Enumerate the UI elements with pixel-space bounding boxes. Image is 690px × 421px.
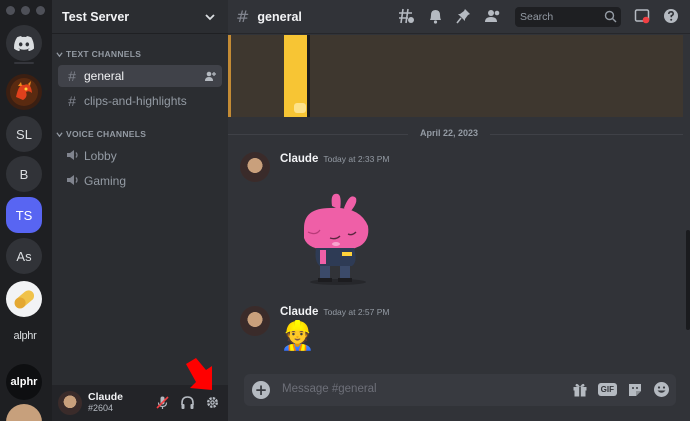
dragon-avatar-icon bbox=[10, 78, 38, 106]
server-ts[interactable]: TS bbox=[6, 197, 42, 233]
server-partial[interactable] bbox=[6, 404, 42, 421]
voice-channel-lobby[interactable]: Lobby bbox=[58, 145, 222, 167]
channel-label: clips-and-highlights bbox=[84, 94, 187, 108]
server-alphr-text[interactable]: alphr bbox=[2, 330, 48, 342]
discord-icon bbox=[14, 35, 34, 51]
embed-image-detail bbox=[294, 103, 306, 113]
username: Claude bbox=[88, 391, 124, 403]
pin-icon[interactable] bbox=[456, 8, 471, 24]
channel-label: general bbox=[84, 69, 125, 83]
hashtag-icon: # bbox=[68, 68, 76, 84]
server-label: SL bbox=[16, 126, 32, 142]
server-pill[interactable] bbox=[6, 281, 42, 317]
rail-divider bbox=[14, 62, 34, 64]
inbox-icon[interactable] bbox=[634, 8, 650, 24]
category-label: VOICE CHANNELS bbox=[66, 129, 147, 139]
search-input[interactable]: Search bbox=[515, 7, 621, 27]
chevron-down-icon bbox=[56, 51, 63, 57]
message-header: Claude Today at 2:33 PM bbox=[280, 153, 390, 165]
message-input-placeholder: Message #general bbox=[282, 383, 377, 395]
chevron-down-icon bbox=[56, 131, 63, 137]
user-tag: #2604 bbox=[88, 403, 114, 413]
search-icon bbox=[604, 10, 617, 23]
chat-scrollbar[interactable] bbox=[686, 230, 690, 330]
user-controls bbox=[155, 395, 220, 410]
emoji-picker-icon[interactable] bbox=[653, 381, 670, 398]
composer-actions: GIF bbox=[572, 381, 670, 398]
member-list-icon[interactable] bbox=[484, 8, 501, 24]
date-divider-label: April 22, 2023 bbox=[408, 128, 491, 138]
window-controls bbox=[6, 6, 45, 15]
voice-channel-gaming[interactable]: Gaming bbox=[58, 170, 222, 192]
chat-area: # general Search April 22, 2023 Claude T… bbox=[228, 0, 690, 421]
help-icon[interactable] bbox=[663, 8, 679, 24]
construction-worker-emoji[interactable]: 👷 bbox=[280, 320, 315, 352]
speaker-icon bbox=[64, 148, 80, 164]
message-avatar[interactable] bbox=[240, 306, 270, 336]
user-identity[interactable]: Claude #2604 bbox=[88, 392, 123, 414]
search-placeholder: Search bbox=[520, 11, 554, 23]
gif-button[interactable]: GIF bbox=[597, 383, 617, 396]
voice-channels-category[interactable]: VOICE CHANNELS bbox=[56, 129, 146, 139]
settings-gear-icon[interactable] bbox=[205, 395, 220, 410]
server-sl[interactable]: SL bbox=[6, 116, 42, 152]
embed-image-stripe bbox=[284, 35, 310, 117]
server-label: alphr bbox=[10, 376, 38, 388]
channel-header: # general Search bbox=[228, 0, 690, 34]
server-b[interactable]: B bbox=[6, 156, 42, 192]
message-composer[interactable]: + Message #general GIF bbox=[244, 374, 676, 406]
minimize-window-button[interactable] bbox=[21, 6, 30, 15]
annotation-arrow-icon bbox=[186, 358, 212, 390]
mute-microphone-icon[interactable] bbox=[155, 395, 170, 410]
server-rail: SL B TS As alphr alphr bbox=[0, 0, 52, 421]
discord-app: SL B TS As alphr alphr Test Server TEXT … bbox=[0, 0, 690, 421]
speaker-icon bbox=[64, 173, 80, 189]
chevron-down-icon bbox=[205, 13, 215, 20]
pink-bunny-sticker-icon[interactable] bbox=[290, 192, 386, 288]
zoom-window-button[interactable] bbox=[36, 6, 45, 15]
sticker-icon[interactable] bbox=[627, 382, 643, 398]
server-label: TS bbox=[15, 207, 33, 223]
server-header[interactable]: Test Server bbox=[52, 0, 228, 34]
channel-label: Lobby bbox=[84, 149, 117, 163]
hashtag-icon: # bbox=[236, 7, 250, 26]
message-author[interactable]: Claude bbox=[280, 153, 318, 165]
add-member-icon[interactable] bbox=[204, 70, 216, 82]
channel-clips-and-highlights[interactable]: # clips-and-highlights bbox=[58, 90, 222, 112]
message-timestamp: Today at 2:33 PM bbox=[323, 154, 390, 164]
header-extra-actions bbox=[634, 8, 679, 24]
add-attachment-icon[interactable]: + bbox=[252, 381, 270, 399]
server-alphr[interactable]: alphr bbox=[6, 364, 42, 400]
avatar[interactable] bbox=[58, 391, 82, 415]
server-label: B bbox=[19, 166, 29, 182]
server-dragon[interactable] bbox=[6, 74, 42, 110]
home-button[interactable] bbox=[6, 25, 42, 61]
channel-general[interactable]: # general bbox=[58, 65, 222, 87]
gift-icon[interactable] bbox=[572, 382, 588, 398]
server-label: As bbox=[16, 248, 32, 264]
category-label: TEXT CHANNELS bbox=[66, 49, 142, 59]
threads-icon[interactable] bbox=[398, 8, 415, 24]
headphones-icon[interactable] bbox=[180, 395, 195, 410]
server-name: Test Server bbox=[62, 9, 130, 24]
image-embed[interactable] bbox=[228, 35, 683, 117]
pill-avatar-icon bbox=[14, 290, 35, 309]
server-as[interactable]: As bbox=[6, 238, 42, 274]
message-author[interactable]: Claude bbox=[280, 306, 318, 318]
notification-bell-icon[interactable] bbox=[428, 8, 443, 24]
message-timestamp: Today at 2:57 PM bbox=[323, 307, 390, 317]
text-channels-category[interactable]: TEXT CHANNELS bbox=[56, 49, 141, 59]
channel-title: general bbox=[257, 9, 302, 24]
hashtag-icon: # bbox=[68, 93, 76, 109]
close-window-button[interactable] bbox=[6, 6, 15, 15]
message-avatar[interactable] bbox=[240, 152, 270, 182]
channel-label: Gaming bbox=[84, 174, 127, 188]
message-header: Claude Today at 2:57 PM bbox=[280, 306, 390, 318]
header-actions bbox=[398, 8, 501, 24]
